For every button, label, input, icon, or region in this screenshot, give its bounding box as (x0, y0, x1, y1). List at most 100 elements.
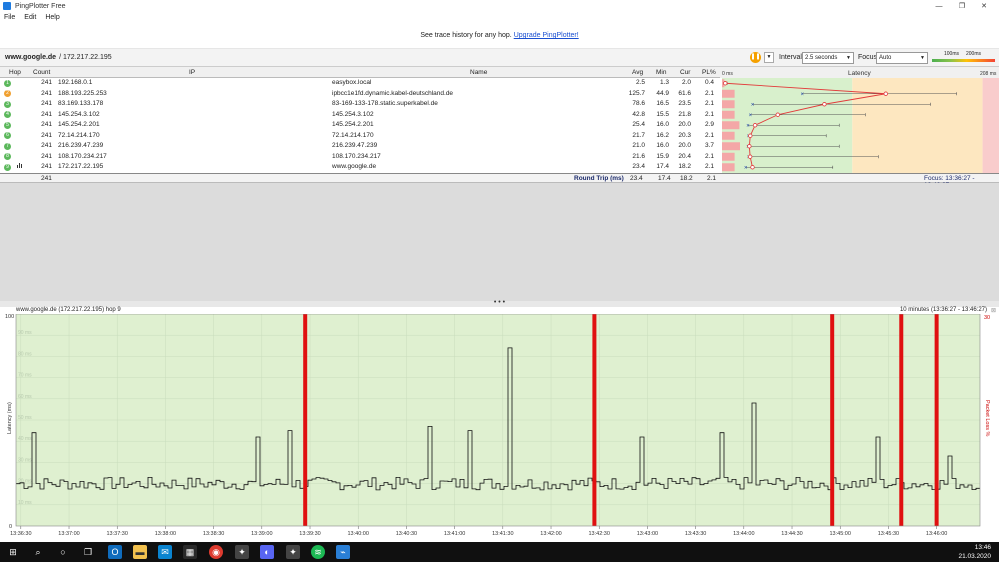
pl-cell: 2.1 (704, 163, 714, 170)
target-host[interactable]: www.google.de (5, 54, 56, 61)
window-title: PingPlotter Free (15, 2, 66, 10)
count-cell: 241 (41, 110, 52, 118)
y-faint-tick: 60 ms (18, 394, 32, 400)
table-row[interactable]: 3 241 83.169.133.178 83-169-133-178.static.… (0, 99, 720, 110)
windows-start-icon[interactable]: ⊞ (6, 545, 20, 559)
hop-badge: 6 (4, 132, 11, 139)
count-cell: 241 (41, 163, 52, 170)
interval-value: 2.5 seconds (805, 55, 838, 61)
min-cell: 15.9 (656, 152, 669, 160)
col-hop[interactable]: Hop (9, 69, 21, 76)
search-icon[interactable]: ⌕ (31, 545, 45, 559)
x-tick-label: 13:37:00 (58, 531, 79, 537)
y2-tick-top: 30 (984, 315, 990, 321)
col-pl[interactable]: PL% (702, 69, 716, 76)
col-name[interactable]: Name (470, 69, 487, 76)
avg-cell: 78.6 (632, 100, 645, 107)
table-header: Hop Count IP Name Avg Min Cur PL% (0, 67, 720, 78)
title-bar: PingPlotter Free — ❐ ✕ (0, 0, 999, 12)
clock-time: 13:46 (974, 544, 991, 551)
close-button[interactable]: ✕ (969, 0, 999, 12)
x-tick-label: 13:46:00 (926, 531, 947, 537)
upgrade-link[interactable]: Upgrade PingPlotter! (514, 32, 579, 39)
table-row[interactable]: 9 241 172.217.22.195 www.google.de 23.4 17.4 1… (0, 162, 720, 173)
cortana-icon[interactable]: ○ (56, 545, 70, 559)
packet-loss-marker (830, 314, 835, 526)
pause-icon[interactable]: ❚❚ (750, 52, 761, 63)
avg-latency-point (752, 123, 758, 128)
menu-file[interactable]: File (4, 14, 15, 21)
spotify-icon[interactable]: ≋ (311, 545, 325, 559)
game-icon[interactable]: ✦ (235, 545, 249, 559)
timeline-range: 10 minutes (13:36:27 - 13:46:27) (899, 307, 987, 313)
round-trip-row: 241 Round Trip (ms) 23.4 17.4 18.2 2.1 F… (0, 173, 999, 189)
table-row[interactable]: 6 241 72.14.214.170 72.14.214.170 21.7 16.2 20… (0, 131, 720, 142)
packet-loss-bar (722, 121, 740, 130)
y2-axis-label: Packet Loss % (984, 400, 990, 436)
file-explorer-icon[interactable]: ▬ (133, 545, 147, 559)
col-min[interactable]: Min (656, 69, 666, 76)
table-row[interactable]: 4 241 145.254.3.102 145.254.3.102 42.8 15.5 21… (0, 110, 720, 121)
avg-cell: 25.4 (632, 121, 645, 128)
chevron-down-icon[interactable]: ▼ (764, 52, 774, 63)
table-row[interactable]: 5 241 145.254.2.201 145.254.2.201 25.4 16.0 20… (0, 120, 720, 131)
cur-cell: 20.0 (678, 142, 691, 149)
table-row[interactable]: 2 241 188.193.225.253 ipbcc1e1fd.dynamic.ka… (0, 89, 720, 100)
task-view-icon[interactable]: ❐ (81, 545, 95, 559)
min-cell: 44.9 (656, 89, 669, 97)
col-count[interactable]: Count (33, 69, 50, 76)
x-tick-label: 13:43:00 (637, 531, 658, 537)
count-cell: 241 (41, 152, 52, 160)
table-row[interactable]: 1 241 192.168.0.1 easybox.local 2.5 1.3 2.0 0.4 (0, 78, 720, 89)
packet-loss-bar (722, 110, 735, 119)
current-latency-mark: × (749, 113, 753, 119)
pl-cell: 0.4 (704, 79, 714, 86)
count-cell: 241 (41, 89, 52, 97)
table-row[interactable]: 8 241 108.170.234.217 108.170.234.217 21.6 15… (0, 152, 720, 163)
avg-latency-point (747, 144, 752, 149)
pl-cell: 3.7 (704, 142, 714, 149)
focus-label: Focus (858, 54, 878, 61)
target-ip: / 172.217.22.195 (59, 54, 112, 61)
packet-loss-bar (722, 142, 740, 151)
mail-icon[interactable]: ✉ (158, 545, 172, 559)
x-tick-label: 13:44:00 (733, 531, 754, 537)
menu-edit[interactable]: Edit (24, 14, 36, 21)
col-cur[interactable]: Cur (680, 69, 690, 76)
min-cell: 16.2 (656, 131, 669, 139)
col-ip[interactable]: IP (189, 69, 195, 76)
interval-select[interactable]: 2.5 seconds ▼ (802, 52, 854, 64)
focus-select[interactable]: Auto ▼ (876, 52, 928, 64)
cur-cell: 20.0 (678, 121, 691, 128)
discord-icon[interactable]: ◐ (260, 545, 274, 559)
avg-cell: 21.6 (632, 152, 645, 160)
total-avg: 23.4 (630, 175, 643, 182)
controller-icon[interactable]: ✦ (286, 545, 300, 559)
ip-cell: 83.169.133.178 (58, 100, 104, 107)
col-avg[interactable]: Avg (632, 69, 643, 76)
hop-badge: 1 (4, 79, 11, 87)
min-cell: 16.0 (656, 142, 669, 149)
packet-loss-bar (722, 100, 735, 109)
latency-scale-bar (932, 59, 995, 62)
upgrade-banner: See trace history for any hop. Upgrade P… (0, 23, 999, 49)
min-cell: 16.5 (656, 100, 669, 107)
cur-cell: 2.0 (681, 79, 691, 86)
name-cell: easybox.local (332, 79, 372, 86)
hop-badge: 2 (4, 90, 11, 97)
menu-help[interactable]: Help (45, 14, 59, 21)
cur-cell: 20.3 (678, 131, 691, 139)
outlook-icon[interactable]: O (108, 545, 122, 559)
chrome-icon[interactable]: ◉ (209, 545, 223, 559)
graph-bars-icon[interactable] (17, 163, 22, 170)
system-clock[interactable]: 13:46 21.03.2020 (958, 543, 991, 561)
latency-min-label: 0 ms (722, 71, 733, 77)
banner-text: See trace history for any hop. (420, 32, 512, 39)
pingplotter-taskbar-icon[interactable]: ⌁ (336, 545, 350, 559)
close-graph-icon[interactable]: ⊠ (991, 307, 996, 314)
store-icon[interactable]: ▦ (183, 545, 197, 559)
name-cell: 108.170.234.217 (332, 152, 381, 160)
table-row[interactable]: 7 241 216.239.47.239 216.239.47.239 21.0 16.0… (0, 141, 720, 152)
avg-latency-point (748, 133, 753, 138)
name-cell: 145.254.2.201 (332, 121, 374, 128)
